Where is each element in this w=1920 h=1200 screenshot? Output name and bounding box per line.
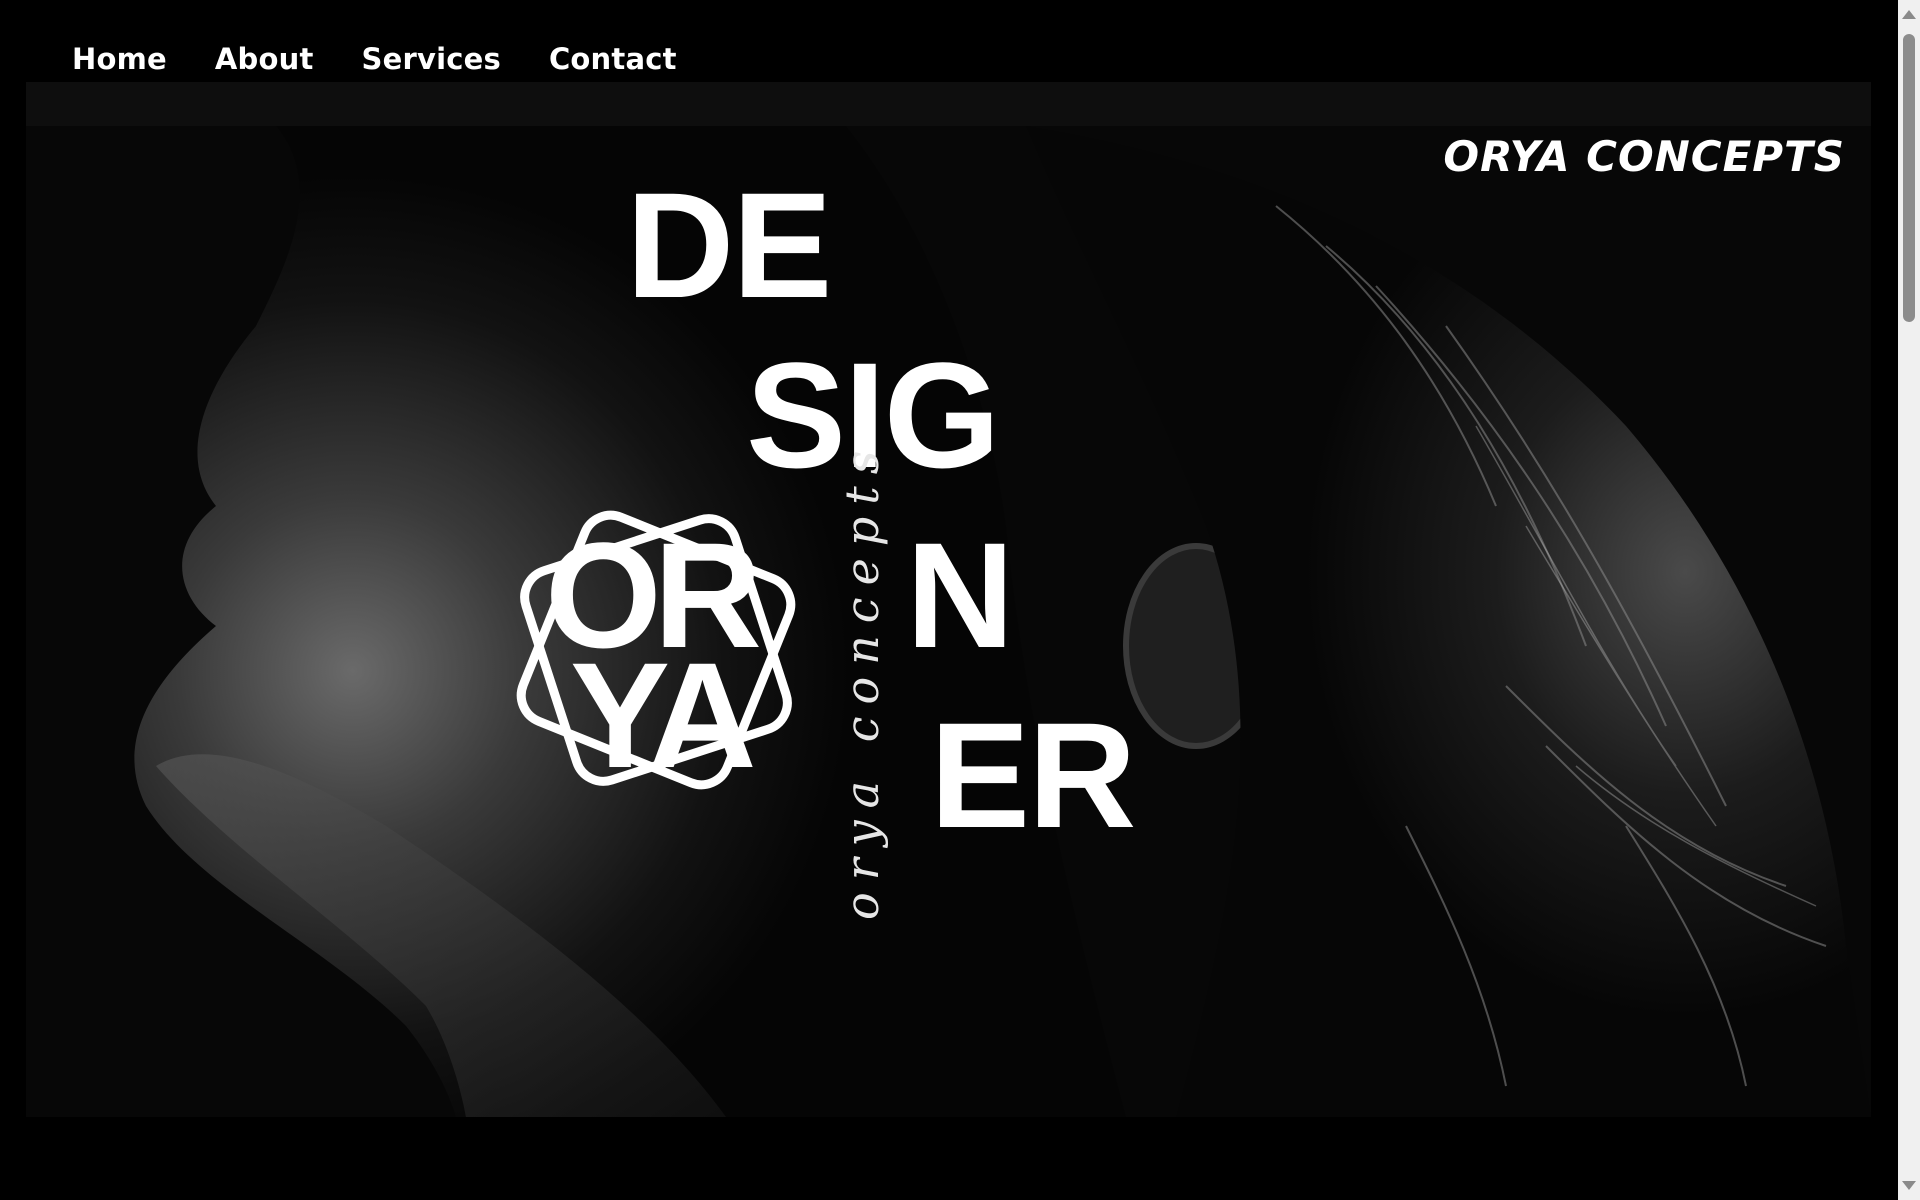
nav-home-link[interactable]: Home bbox=[72, 42, 167, 76]
page: Home About Services Contact ORYA CONCEPT… bbox=[0, 0, 1898, 1200]
headline-part-4: ER bbox=[930, 691, 1136, 859]
hero-top-strip bbox=[26, 82, 1871, 126]
page-scrollbar[interactable] bbox=[1898, 0, 1920, 1200]
scroll-up-arrow-icon[interactable] bbox=[1902, 10, 1916, 19]
headline-part-1: DE bbox=[626, 161, 832, 329]
scroll-down-arrow-icon[interactable] bbox=[1902, 1181, 1916, 1190]
scrollbar-thumb[interactable] bbox=[1903, 34, 1915, 322]
main-nav: Home About Services Contact bbox=[72, 42, 677, 76]
nav-contact-link[interactable]: Contact bbox=[549, 42, 677, 76]
headline-part-3: N bbox=[906, 511, 1014, 679]
nav-about-link[interactable]: About bbox=[215, 42, 314, 76]
brand-name: ORYA CONCEPTS bbox=[1443, 132, 1845, 181]
script-tagline: orya concepts bbox=[835, 438, 889, 920]
logo-text-line-2: YA bbox=[570, 631, 757, 799]
nav-services-link[interactable]: Services bbox=[362, 42, 501, 76]
